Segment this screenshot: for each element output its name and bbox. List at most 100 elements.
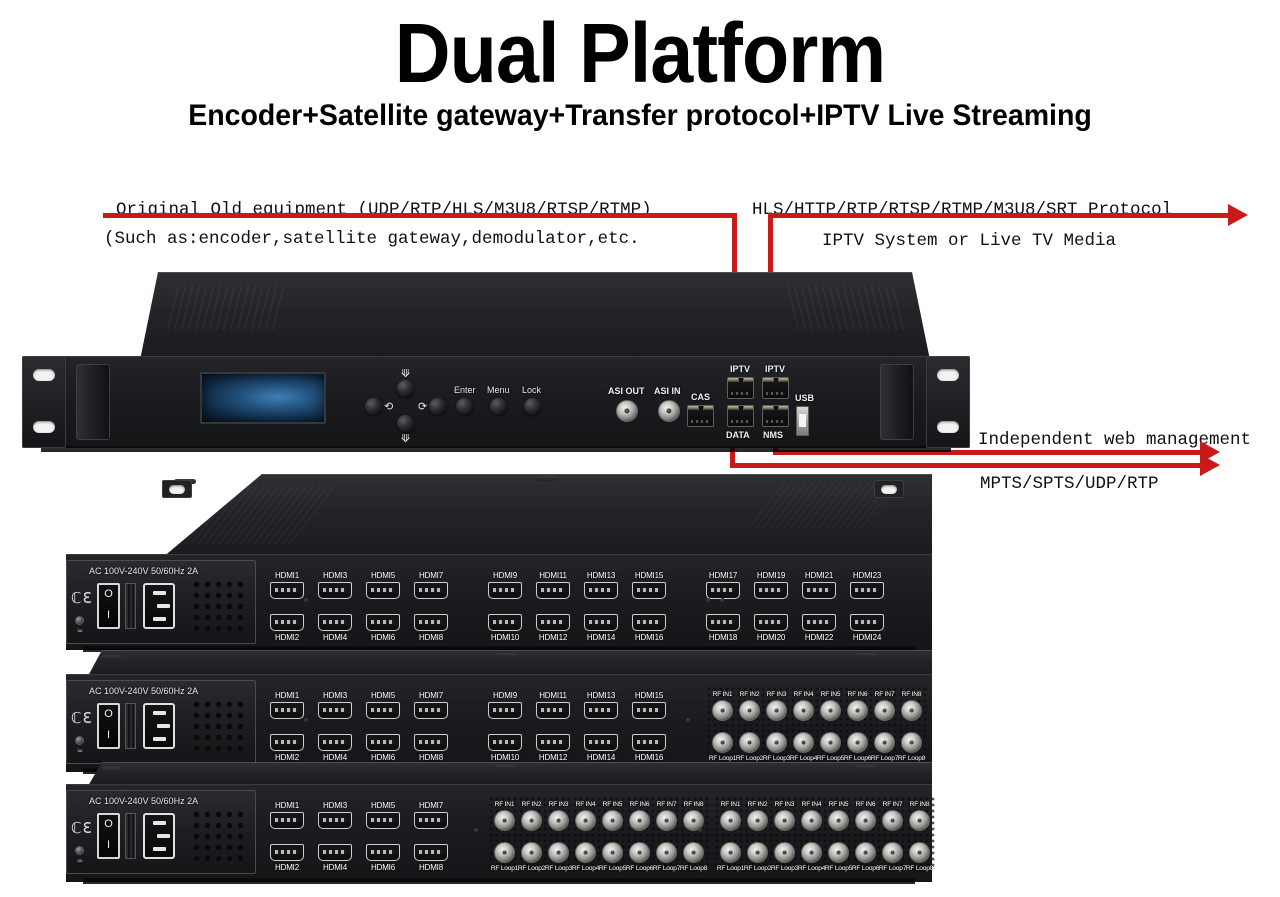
rf-in-connector[interactable] [820,700,841,721]
hdmi-port[interactable] [318,614,352,631]
unit1-button-lock[interactable] [524,398,541,415]
hdmi-port[interactable] [414,734,448,751]
unit1-iptv2-port[interactable] [762,377,789,399]
hdmi-port[interactable] [366,844,400,861]
unit1-usb-port[interactable] [796,406,809,436]
rf-loop-connector[interactable] [801,842,822,863]
hdmi-port[interactable] [270,614,304,631]
hdmi-port[interactable] [584,734,618,751]
hdmi-port[interactable] [850,582,884,599]
rf-loop-connector[interactable] [629,842,650,863]
hdmi-port[interactable] [754,614,788,631]
unit3-iec-inlet[interactable] [143,703,175,749]
hdmi-port[interactable] [270,702,304,719]
hdmi-port[interactable] [270,734,304,751]
hdmi-port[interactable] [802,614,836,631]
rf-loop-connector[interactable] [739,732,760,753]
unit1-asi-out-connector[interactable] [616,400,638,422]
rf-in-connector[interactable] [629,810,650,831]
hdmi-port[interactable] [802,582,836,599]
hdmi-port[interactable] [754,582,788,599]
rf-in-connector[interactable] [739,700,760,721]
rf-loop-connector[interactable] [747,842,768,863]
hdmi-port[interactable] [366,614,400,631]
unit2-power-switch[interactable]: O I [97,583,120,629]
hdmi-port[interactable] [318,582,352,599]
hdmi-port[interactable] [584,582,618,599]
hdmi-port[interactable] [706,582,740,599]
rf-loop-connector[interactable] [602,842,623,863]
rf-loop-connector[interactable] [656,842,677,863]
unit1-button-right[interactable] [429,398,446,415]
rf-loop-connector[interactable] [548,842,569,863]
rf-in-connector[interactable] [766,700,787,721]
rf-loop-connector[interactable] [720,842,741,863]
rf-in-connector[interactable] [712,700,733,721]
rf-loop-connector[interactable] [793,732,814,753]
hdmi-port[interactable] [318,844,352,861]
unit1-cas-port[interactable] [687,405,714,427]
hdmi-port[interactable] [270,812,304,829]
hdmi-port[interactable] [584,614,618,631]
hdmi-port[interactable] [270,582,304,599]
hdmi-port[interactable] [366,582,400,599]
hdmi-port[interactable] [706,614,740,631]
rf-loop-connector[interactable] [820,732,841,753]
hdmi-port[interactable] [536,614,570,631]
unit1-button-up[interactable] [397,380,414,397]
hdmi-port[interactable] [536,734,570,751]
hdmi-port[interactable] [366,702,400,719]
rf-loop-connector[interactable] [766,732,787,753]
hdmi-port[interactable] [318,702,352,719]
rf-in-connector[interactable] [774,810,795,831]
unit1-data-port[interactable] [727,405,754,427]
hdmi-port[interactable] [318,734,352,751]
rf-in-connector[interactable] [847,700,868,721]
unit1-button-enter[interactable] [456,398,473,415]
rf-in-connector[interactable] [521,810,542,831]
hdmi-port[interactable] [632,614,666,631]
rf-in-connector[interactable] [747,810,768,831]
unit3-power-switch[interactable]: O I [97,703,120,749]
rf-in-connector[interactable] [548,810,569,831]
hdmi-port[interactable] [584,702,618,719]
hdmi-port[interactable] [632,734,666,751]
hdmi-port[interactable] [414,614,448,631]
rf-loop-connector[interactable] [683,842,704,863]
unit1-iptv1-port[interactable] [727,377,754,399]
hdmi-port[interactable] [366,734,400,751]
hdmi-port[interactable] [414,812,448,829]
rf-in-connector[interactable] [874,700,895,721]
rf-in-connector[interactable] [901,700,922,721]
rf-loop-connector[interactable] [909,842,930,863]
hdmi-port[interactable] [414,702,448,719]
hdmi-port[interactable] [414,582,448,599]
rf-in-connector[interactable] [720,810,741,831]
rf-in-connector[interactable] [909,810,930,831]
rf-in-connector[interactable] [575,810,596,831]
hdmi-port[interactable] [632,582,666,599]
rf-loop-connector[interactable] [828,842,849,863]
rf-loop-connector[interactable] [774,842,795,863]
rf-loop-connector[interactable] [874,732,895,753]
hdmi-port[interactable] [414,844,448,861]
unit4-power-switch[interactable]: O I [97,813,120,859]
unit2-iec-inlet[interactable] [143,583,175,629]
hdmi-port[interactable] [632,702,666,719]
unit1-asi-in-connector[interactable] [658,400,680,422]
rf-in-connector[interactable] [494,810,515,831]
hdmi-port[interactable] [488,582,522,599]
unit1-button-down[interactable] [397,415,414,432]
rf-loop-connector[interactable] [494,842,515,863]
unit1-nms-port[interactable] [762,405,789,427]
hdmi-port[interactable] [488,734,522,751]
hdmi-port[interactable] [536,702,570,719]
hdmi-port[interactable] [366,812,400,829]
hdmi-port[interactable] [536,582,570,599]
hdmi-port[interactable] [270,844,304,861]
rf-in-connector[interactable] [602,810,623,831]
unit1-button-left[interactable] [365,398,382,415]
rf-loop-connector[interactable] [521,842,542,863]
rf-in-connector[interactable] [656,810,677,831]
unit4-iec-inlet[interactable] [143,813,175,859]
